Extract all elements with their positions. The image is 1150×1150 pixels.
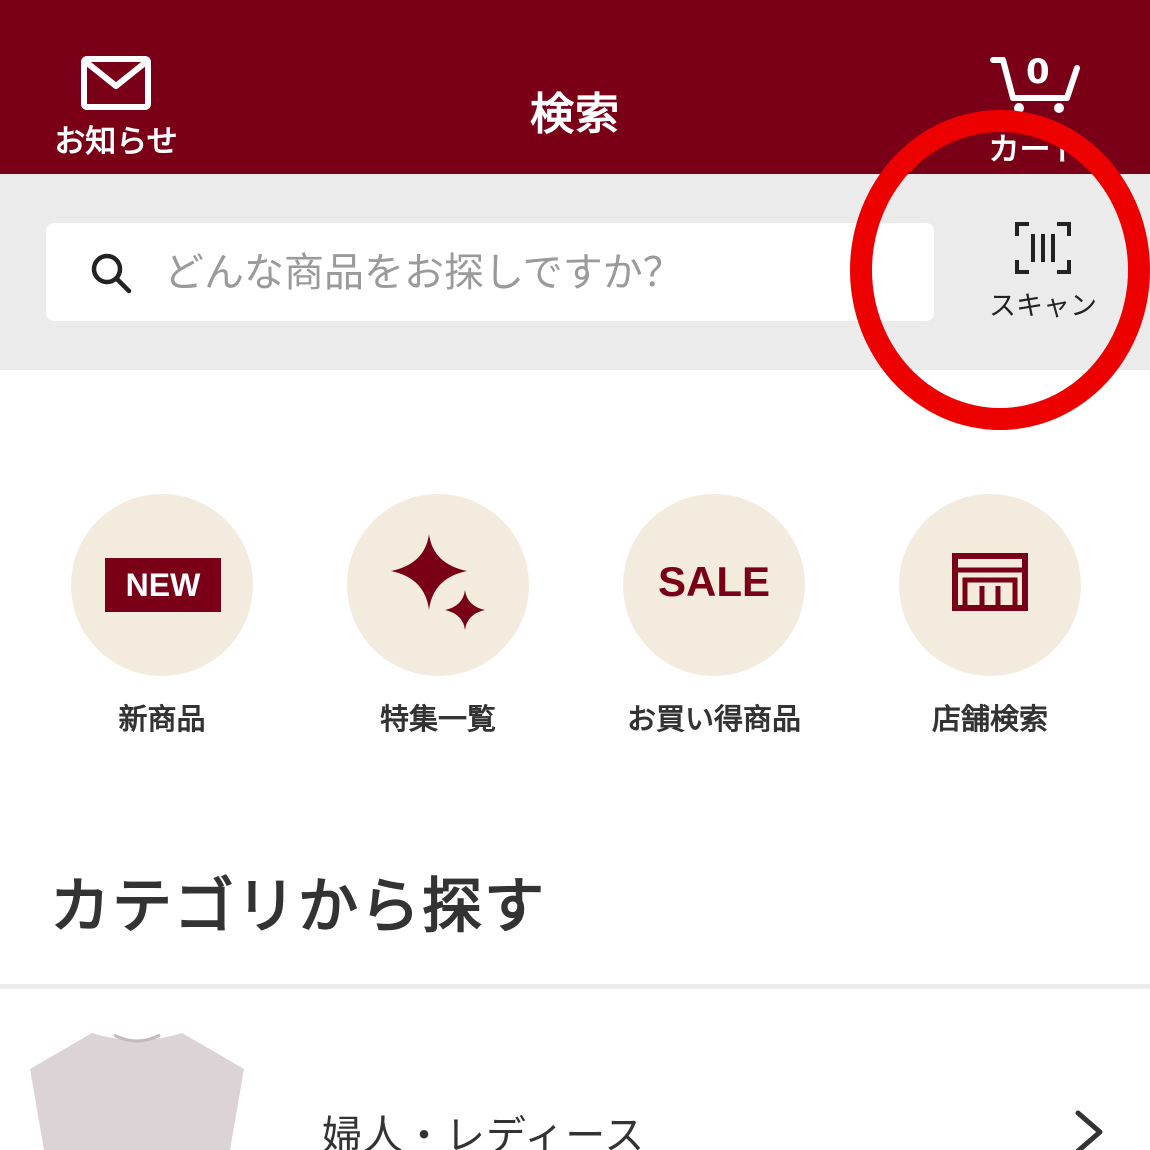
quick-link-label: お買い得商品 <box>626 702 801 736</box>
cart-count-badge: 0 <box>1026 52 1050 92</box>
chevron-right-icon <box>1075 1110 1103 1150</box>
barcode-scan-icon <box>1015 222 1071 274</box>
search-bar-area <box>0 174 1150 370</box>
quick-link-circle <box>899 494 1081 676</box>
quick-link-circle: NEW <box>71 494 253 676</box>
search-icon <box>91 253 132 294</box>
quick-link-store-search[interactable]: 店舗検索 <box>870 494 1110 738</box>
page-title: 検索 <box>530 89 620 140</box>
tshirt-icon <box>30 1033 244 1150</box>
store-icon <box>952 553 1028 611</box>
quick-link-label: 新商品 <box>118 702 206 736</box>
cart-label: カート <box>988 132 1082 168</box>
scan-button[interactable]: スキャン <box>980 222 1106 323</box>
sparkle-icon <box>391 534 485 630</box>
quick-link-features[interactable]: 特集一覧 <box>318 494 558 738</box>
quick-link-new-products[interactable]: NEW 新商品 <box>42 494 282 738</box>
search-screen: お知らせ 検索 0 カート どんな商品をお探しですか？ スキャン NEW 新商品… <box>0 0 1150 1150</box>
cart-button[interactable]: 0 カート <box>980 52 1090 168</box>
sale-icon: SALE <box>657 558 770 605</box>
category-item-womens[interactable]: 婦人・レディース <box>0 989 1150 1150</box>
quick-link-circle <box>347 494 529 676</box>
app-header: お知らせ 検索 0 カート <box>0 0 1150 174</box>
search-box[interactable] <box>46 223 934 321</box>
category-section-title: カテゴリから探す <box>50 872 546 942</box>
quick-link-label: 特集一覧 <box>379 702 496 736</box>
quick-link-sale[interactable]: SALE お買い得商品 <box>594 494 834 738</box>
new-badge-icon: NEW <box>105 558 221 612</box>
scan-label: スキャン <box>989 291 1097 322</box>
quick-link-label: 店舗検索 <box>931 702 1048 736</box>
search-input[interactable] <box>164 247 904 299</box>
quick-link-circle: SALE <box>623 494 805 676</box>
category-label: 婦人・レディース <box>322 1113 646 1150</box>
